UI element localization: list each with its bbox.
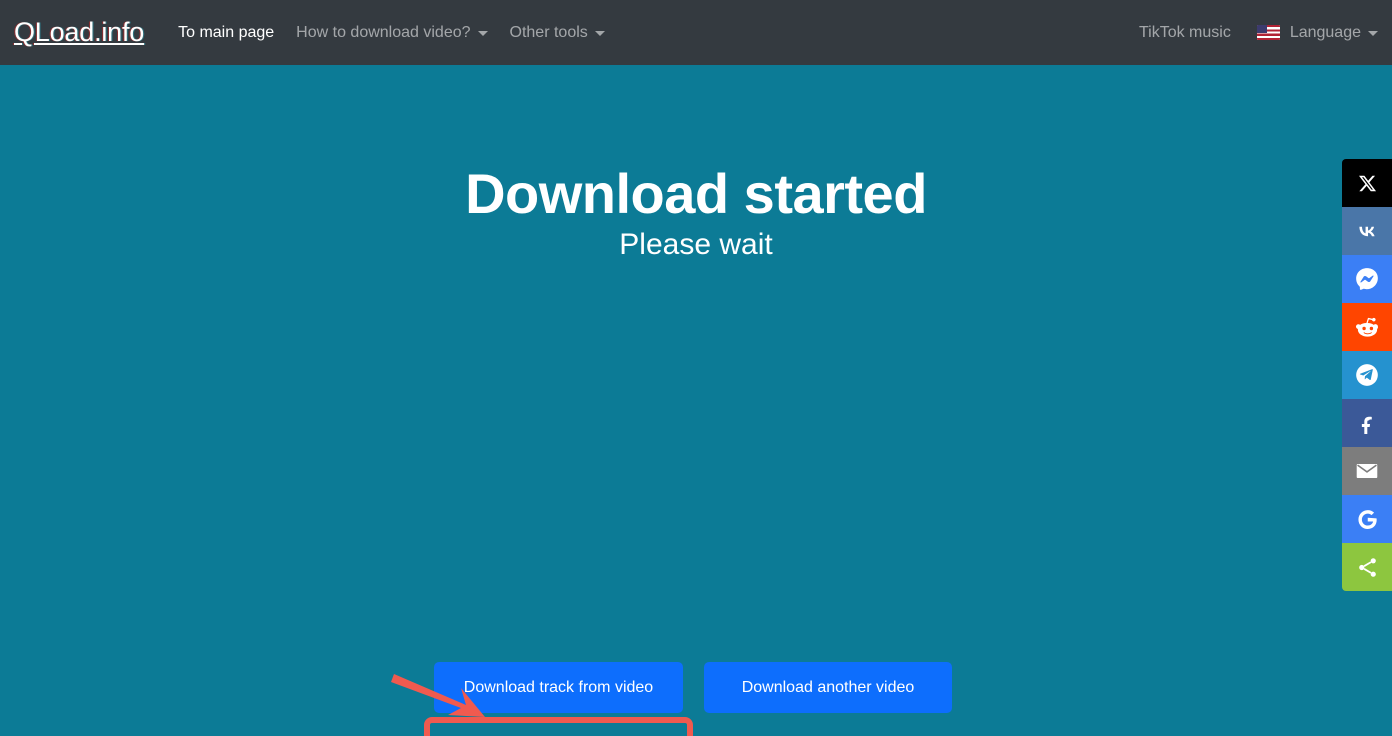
share-messenger-button[interactable] <box>1342 255 1392 303</box>
share-email-button[interactable] <box>1342 447 1392 495</box>
chevron-down-icon <box>1368 31 1378 36</box>
download-track-from-video-button[interactable]: Download track from video <box>434 662 683 713</box>
social-share-sidebar <box>1342 159 1392 591</box>
nav-item-to-main-page[interactable]: To main page <box>178 24 274 42</box>
share-google-button[interactable] <box>1342 495 1392 543</box>
vk-icon <box>1359 226 1375 237</box>
google-icon <box>1357 509 1377 529</box>
x-twitter-icon <box>1358 175 1376 191</box>
facebook-messenger-icon <box>1356 268 1378 290</box>
chevron-down-icon <box>477 31 488 36</box>
navbar-right-group: TikTok music Language <box>1113 24 1378 42</box>
email-icon <box>1356 463 1378 479</box>
download-another-video-button[interactable]: Download another video <box>704 662 952 713</box>
share-vk-button[interactable] <box>1342 207 1392 255</box>
annotation-highlight-box <box>424 717 693 736</box>
chevron-down-icon <box>594 31 605 36</box>
brand-logo[interactable]: QLoad.info <box>14 17 144 48</box>
nav-item-label: How to download video? <box>296 23 471 41</box>
us-flag-icon <box>1256 25 1280 40</box>
action-buttons-group: Download track from video Download anoth… <box>434 662 952 713</box>
nav-item-other-tools[interactable]: Other tools <box>510 24 605 42</box>
page-subtitle: Please wait <box>619 228 773 261</box>
share-facebook-button[interactable] <box>1342 399 1392 447</box>
nav-item-how-to-download-video[interactable]: How to download video? <box>296 23 488 42</box>
main-content: Download started Please wait Download tr… <box>0 65 1392 736</box>
page-title: Download started <box>465 162 927 225</box>
share-x-twitter-button[interactable] <box>1342 159 1392 207</box>
language-selector-label: Language <box>1289 23 1361 41</box>
language-selector[interactable]: Language <box>1256 23 1378 42</box>
share-reddit-button[interactable] <box>1342 303 1392 351</box>
facebook-icon <box>1361 416 1372 434</box>
share-telegram-button[interactable] <box>1342 351 1392 399</box>
nav-item-label: Other tools <box>509 23 588 41</box>
nav-item-label: TikTok music <box>1138 23 1231 41</box>
telegram-icon <box>1356 364 1378 386</box>
share-icon <box>1358 557 1376 577</box>
reddit-icon <box>1355 317 1378 337</box>
navbar: QLoad.info To main page How to download … <box>0 0 1392 65</box>
nav-item-tiktok-music[interactable]: TikTok music <box>1139 24 1231 42</box>
share-more-button[interactable] <box>1342 543 1392 591</box>
nav-item-label: To main page <box>178 23 275 41</box>
